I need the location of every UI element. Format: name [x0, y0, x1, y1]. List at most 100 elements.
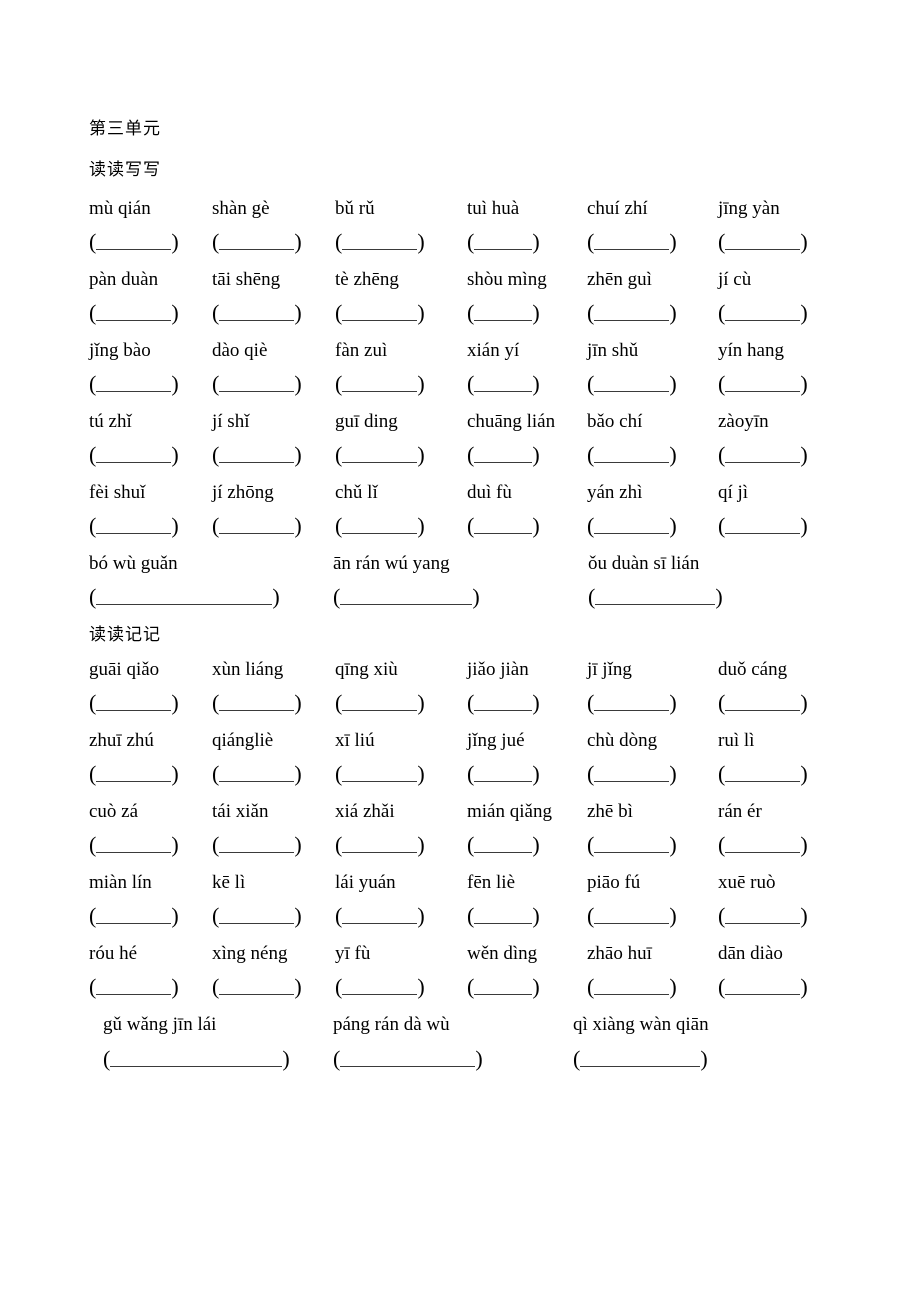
answer-blank[interactable]: () [467, 692, 540, 714]
answer-blank[interactable]: () [467, 834, 540, 856]
answer-blank[interactable]: () [89, 515, 179, 537]
write-line [474, 780, 533, 782]
answer-blank[interactable]: () [335, 834, 425, 856]
pinyin-word: guāi qiǎo [89, 659, 160, 680]
answer-blank[interactable]: () [573, 1048, 708, 1070]
pinyin-word: fàn zuì [335, 340, 388, 361]
answer-blank[interactable]: () [467, 976, 540, 998]
answer-blank[interactable]: () [89, 834, 179, 856]
answer-blank[interactable]: () [588, 586, 723, 608]
open-paren: ( [467, 832, 475, 857]
answer-blank[interactable]: () [333, 1048, 483, 1070]
write-line [594, 851, 670, 853]
answer-blank[interactable]: () [89, 905, 179, 927]
answer-blank[interactable]: () [587, 976, 677, 998]
answer-blank[interactable]: () [587, 231, 677, 253]
close-paren: ) [294, 300, 302, 325]
answer-blank[interactable]: () [587, 763, 677, 785]
pinyin-word: shòu mìng [467, 269, 547, 290]
answer-blank[interactable]: () [212, 905, 302, 927]
close-paren: ) [294, 903, 302, 928]
answer-blank[interactable]: () [467, 302, 540, 324]
answer-blank[interactable]: () [89, 231, 179, 253]
answer-blank[interactable]: () [718, 834, 808, 856]
close-paren: ) [417, 371, 425, 396]
answer-blank[interactable]: () [335, 515, 425, 537]
open-paren: ( [587, 974, 595, 999]
answer-blank[interactable]: () [212, 231, 302, 253]
answer-blank[interactable]: () [718, 905, 808, 927]
answer-blank[interactable]: () [335, 692, 425, 714]
answer-blank[interactable]: () [335, 976, 425, 998]
answer-blank[interactable]: () [718, 763, 808, 785]
answer-blank[interactable]: () [718, 302, 808, 324]
answer-blank[interactable]: () [212, 515, 302, 537]
answer-blank[interactable]: () [718, 373, 808, 395]
close-paren: ) [532, 832, 540, 857]
answer-blank[interactable]: () [335, 905, 425, 927]
write-line [219, 851, 295, 853]
write-line [342, 461, 418, 463]
answer-blank[interactable]: () [89, 976, 179, 998]
pinyin-word: gǔ wǎng jīn lái [103, 1014, 217, 1035]
answer-blank[interactable]: () [718, 692, 808, 714]
answer-blank[interactable]: () [89, 763, 179, 785]
answer-blank[interactable]: () [212, 834, 302, 856]
answer-blank[interactable]: () [335, 444, 425, 466]
close-paren: ) [417, 229, 425, 254]
answer-blank[interactable]: () [212, 302, 302, 324]
answer-blank[interactable]: () [587, 834, 677, 856]
open-paren: ( [588, 584, 596, 609]
write-line [725, 461, 801, 463]
answer-blank-row: () () () () () () [0, 373, 920, 407]
answer-blank[interactable]: () [89, 373, 179, 395]
close-paren: ) [294, 229, 302, 254]
answer-blank[interactable]: () [587, 373, 677, 395]
answer-blank-row: () () () () () () [0, 302, 920, 336]
answer-blank[interactable]: () [333, 586, 480, 608]
answer-blank[interactable]: () [587, 444, 677, 466]
answer-blank-row: () () () [0, 586, 920, 620]
answer-blank[interactable]: () [467, 515, 540, 537]
answer-blank-row: () () () () () () [0, 231, 920, 265]
pinyin-row: pàn duàn tāi shēng tè zhēng shòu mìng zhēn g… [0, 267, 920, 303]
answer-blank[interactable]: () [335, 373, 425, 395]
answer-blank[interactable]: () [718, 444, 808, 466]
answer-blank[interactable]: () [212, 763, 302, 785]
answer-blank[interactable]: () [89, 586, 280, 608]
answer-blank[interactable]: () [89, 444, 179, 466]
answer-blank[interactable]: () [718, 976, 808, 998]
answer-blank[interactable]: () [212, 976, 302, 998]
close-paren: ) [669, 442, 677, 467]
answer-blank[interactable]: () [467, 373, 540, 395]
pinyin-row: róu hé xìng néng yī fù wěn dìng zhāo huī dān … [0, 941, 920, 977]
write-line [96, 319, 172, 321]
write-line [474, 922, 533, 924]
answer-blank[interactable]: () [467, 763, 540, 785]
answer-blank[interactable]: () [212, 692, 302, 714]
answer-blank[interactable]: () [587, 302, 677, 324]
answer-blank[interactable]: () [718, 515, 808, 537]
answer-blank[interactable]: () [467, 444, 540, 466]
answer-blank[interactable]: () [587, 515, 677, 537]
answer-blank[interactable]: () [587, 905, 677, 927]
answer-blank[interactable]: () [212, 444, 302, 466]
answer-blank[interactable]: () [467, 231, 540, 253]
close-paren: ) [417, 442, 425, 467]
answer-blank[interactable]: () [89, 302, 179, 324]
write-line [725, 319, 801, 321]
answer-blank[interactable]: () [467, 905, 540, 927]
answer-blank[interactable]: () [335, 231, 425, 253]
answer-blank[interactable]: () [587, 692, 677, 714]
answer-blank[interactable]: () [103, 1048, 290, 1070]
open-paren: ( [89, 690, 97, 715]
answer-blank[interactable]: () [335, 763, 425, 785]
answer-blank[interactable]: () [212, 373, 302, 395]
close-paren: ) [669, 974, 677, 999]
answer-blank[interactable]: () [335, 302, 425, 324]
open-paren: ( [718, 442, 726, 467]
answer-blank[interactable]: () [89, 692, 179, 714]
pinyin-word: jǐng jué [467, 730, 525, 751]
answer-blank[interactable]: () [718, 231, 808, 253]
write-line [219, 390, 295, 392]
